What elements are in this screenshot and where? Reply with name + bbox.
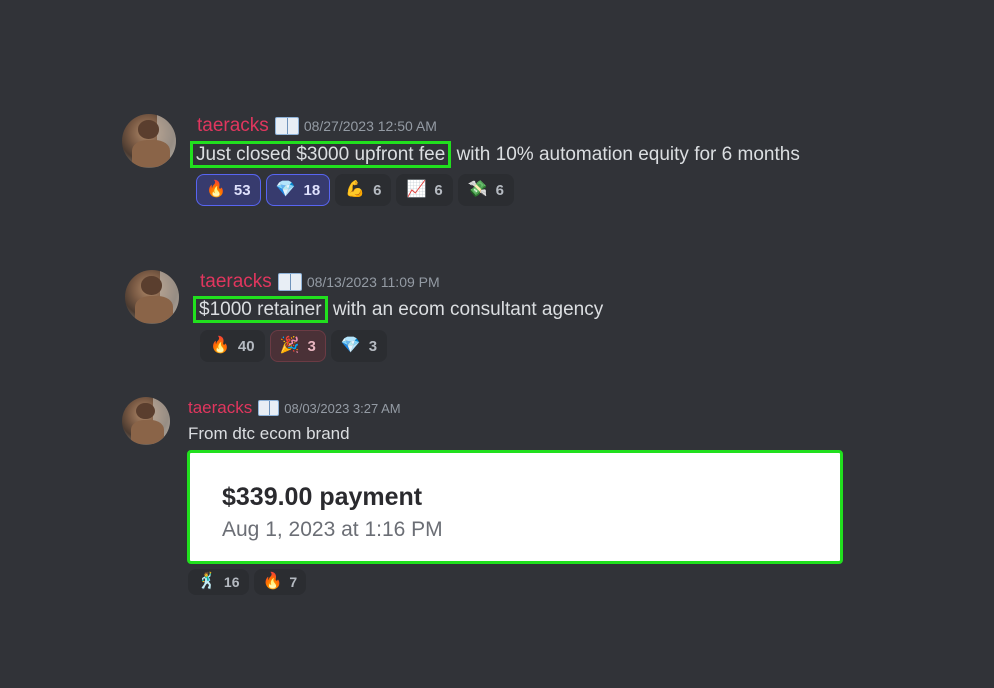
reaction-count: 18 [303,181,321,199]
open-book-icon [274,117,299,135]
reaction-dancer[interactable]: 🕺 16 [188,569,249,595]
flexed-biceps-icon: 💪 [345,181,366,198]
fire-icon: 🔥 [262,573,283,590]
username[interactable]: taeracks [188,398,252,418]
reaction-count: 6 [434,181,443,199]
reactions: 🕺 16 🔥 7 [188,569,307,595]
timestamp: 08/03/2023 3:27 AM [284,400,401,416]
reaction-party-popper[interactable]: 🎉 3 [269,330,326,362]
reaction-count: 16 [223,574,240,590]
reactions: 🔥 40 🎉 3 💎 3 [200,330,388,362]
open-book-icon [277,273,302,291]
reaction-flexed-biceps[interactable]: 💪 6 [335,174,392,206]
reaction-fire[interactable]: 🔥 53 [196,174,261,206]
reaction-count: 7 [289,574,298,590]
reaction-count: 40 [237,337,255,355]
reaction-count: 53 [233,181,251,199]
reaction-count: 6 [373,181,382,199]
reaction-money-with-wings[interactable]: 💸 6 [457,174,515,206]
avatar[interactable] [125,270,179,324]
highlighted-text: $1000 retainer [193,296,328,323]
embed-subtitle: Aug 1, 2023 at 1:16 PM [222,518,443,541]
reaction-gem[interactable]: 💎 18 [265,174,331,206]
reaction-count: 6 [495,181,505,199]
open-book-icon [258,400,280,416]
reaction-gem[interactable]: 💎 3 [330,330,388,362]
message-content: From dtc ecom brand [188,424,350,443]
highlighted-text: Just closed $3000 upfront fee [190,141,452,168]
reactions: 🔥 53 💎 18 💪 6 📈 6 💸 6 [196,174,515,206]
fire-icon: 🔥 [210,337,230,354]
username[interactable]: taeracks [197,115,269,137]
payment-embed[interactable]: $339.00 payment Aug 1, 2023 at 1:16 PM [187,450,843,564]
timestamp: 08/27/2023 12:50 AM [303,118,437,134]
reaction-count: 3 [368,337,378,355]
timestamp: 08/13/2023 11:09 PM [306,274,440,290]
chart-increasing-icon: 📈 [406,181,427,198]
dancer-icon: 🕺 [197,573,217,590]
avatar[interactable] [122,397,170,445]
reaction-count: 3 [307,337,316,355]
reaction-fire[interactable]: 🔥 40 [200,330,265,362]
money-with-wings-icon: 💸 [467,181,488,198]
fire-icon: 🔥 [206,181,226,198]
gem-icon: 💎 [275,181,296,198]
embed-title: $339.00 payment [222,483,423,511]
message-text: with an ecom consultant agency [327,299,604,320]
reaction-fire[interactable]: 🔥 7 [253,569,307,595]
reaction-chart-increasing[interactable]: 📈 6 [396,174,453,206]
avatar[interactable] [122,114,176,168]
message-content: $1000 retainer with an ecom consultant a… [193,295,604,327]
username[interactable]: taeracks [200,271,272,293]
message-text: with 10% automation equity for 6 months [451,144,800,165]
message-content: Just closed $3000 upfront fee with 10% a… [190,140,800,172]
gem-icon: 💎 [340,337,361,354]
party-popper-icon: 🎉 [279,337,300,354]
